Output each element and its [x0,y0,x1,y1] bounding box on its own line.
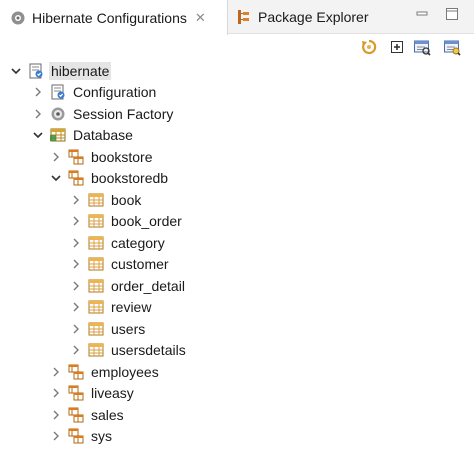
chevron-right-icon[interactable] [70,194,82,206]
tab-label: Hibernate Configurations [32,9,187,26]
chevron-right-icon[interactable] [70,280,82,292]
tree-item-schema-bookstoredb[interactable]: bookstoredb [50,167,170,188]
chevron-right-icon[interactable] [70,258,82,270]
table-icon [88,299,104,315]
tree-item-table[interactable]: review [70,296,153,317]
schema-icon [68,170,84,186]
session-factory-icon [51,107,65,120]
tree-item-schema-employees[interactable]: employees [50,361,161,382]
tree-item-label: customer [111,255,169,272]
view-toolbar [0,35,474,59]
tree-item-label: sales [91,406,124,423]
table-icon [88,256,104,272]
tree-item-schema-sys[interactable]: sys [50,425,114,446]
tree-item-label: employees [91,363,159,380]
tree-item-schema-liveasy[interactable]: liveasy [50,382,136,403]
chevron-right-icon[interactable] [70,215,82,227]
chevron-down-icon[interactable] [50,172,62,184]
tree-item-label: Session Factory [73,105,174,122]
tree-item-label: sys [91,427,112,444]
tab-label: Package Explorer [258,9,369,25]
tree-item-label: hibernate [49,61,112,80]
tree-item-label: Configuration [73,83,157,100]
table-icon [88,342,104,358]
tree-item-session-factory[interactable]: Session Factory [32,103,175,124]
chevron-right-icon[interactable] [70,301,82,313]
chevron-right-icon[interactable] [50,409,62,421]
tree-item-table[interactable]: users [70,318,147,339]
chevron-right-icon[interactable] [50,430,62,442]
chevron-right-icon[interactable] [70,323,82,335]
tree-item-label: review [111,298,152,315]
package-explorer-icon [238,10,249,24]
tree-item-label: book [111,191,142,208]
tree-item-table[interactable]: customer [70,253,171,274]
tree-item-label: order_detail [111,277,185,294]
configuration-icon [51,84,65,99]
schema-icon [68,407,84,423]
chevron-right-icon[interactable] [70,344,82,356]
chevron-down-icon[interactable] [32,129,44,141]
chevron-right-icon[interactable] [50,366,62,378]
tree-item-table[interactable]: usersdetails [70,339,188,360]
add-icon[interactable] [388,38,406,56]
chevron-right-icon[interactable] [70,237,82,249]
schema-icon [68,385,84,401]
tab-hibernate-configurations[interactable]: Hibernate Configurations ✕ [0,0,228,35]
query-icon[interactable] [413,38,431,56]
table-icon [88,235,104,251]
tree-item-table[interactable]: order_detail [70,275,187,296]
tree-item-hibernate[interactable]: hibernate [10,60,112,81]
tab-package-explorer[interactable]: Package Explorer [232,0,382,34]
tree-item-table[interactable]: book_order [70,210,184,231]
table-icon [88,321,104,337]
tree-item-configuration[interactable]: Configuration [32,81,158,102]
chevron-down-icon[interactable] [10,65,22,77]
tree-item-schema-bookstore[interactable]: bookstore [50,146,154,167]
tree-item-schema-sales[interactable]: sales [50,404,126,425]
tree-item-label: category [111,234,165,251]
hibernate-icon [11,11,25,24]
tree-item-label: usersdetails [111,341,186,358]
view-tab-bar: Hibernate Configurations ✕ Package Explo… [0,0,474,35]
table-icon [88,278,104,294]
schema-icon [68,428,84,444]
close-icon[interactable]: ✕ [195,10,206,26]
tree-item-label: bookstore [91,148,153,165]
tree-item-table[interactable]: book [70,189,143,210]
criteria-icon[interactable] [443,38,461,56]
tree-item-table[interactable]: category [70,232,167,253]
tree-item-database[interactable]: Database [32,124,135,145]
chevron-right-icon[interactable] [32,108,44,120]
maximize-icon[interactable] [444,6,460,22]
tree-item-label: book_order [111,212,182,229]
tree-item-label: bookstoredb [91,169,169,186]
tree-item-label: Database [73,126,133,143]
database-icon [50,127,66,143]
chevron-right-icon[interactable] [32,86,44,98]
table-icon [88,192,104,208]
chevron-right-icon[interactable] [50,387,62,399]
schema-icon [68,364,84,380]
schema-icon [68,149,84,165]
chevron-right-icon[interactable] [50,151,62,163]
refresh-icon[interactable] [360,38,378,56]
table-icon [88,213,104,229]
tree-item-label: users [111,320,146,337]
hibernate-config-icon [29,63,43,78]
tree-item-label: liveasy [91,384,134,401]
minimize-icon[interactable] [414,6,430,22]
